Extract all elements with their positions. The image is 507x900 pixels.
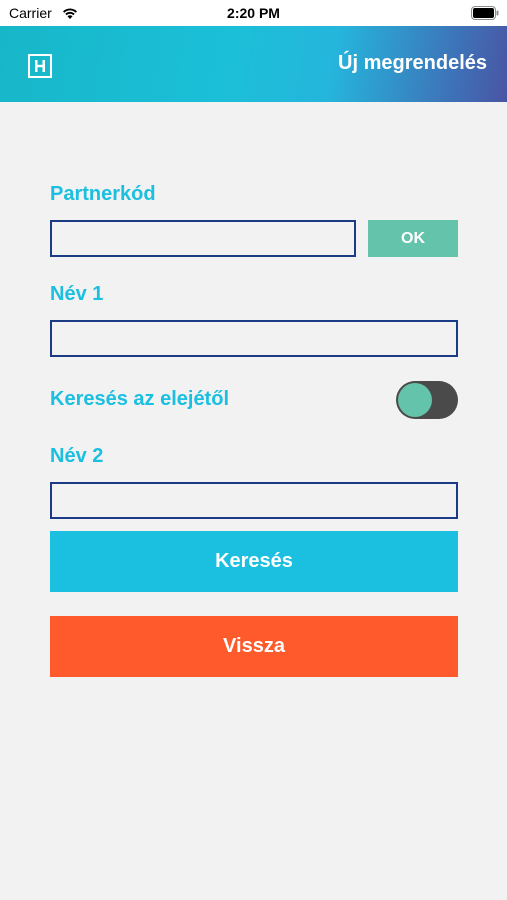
status-bar: Carrier 2:20 PM xyxy=(0,0,507,26)
back-button[interactable]: Vissza xyxy=(50,616,458,677)
partner-code-label: Partnerkód xyxy=(50,183,156,205)
name1-input[interactable] xyxy=(50,320,458,357)
search-button[interactable]: Keresés xyxy=(50,531,458,592)
clock-time: 2:20 PM xyxy=(227,5,280,21)
toggle-knob xyxy=(398,383,432,417)
search-from-start-toggle[interactable] xyxy=(396,381,458,419)
name1-label: Név 1 xyxy=(50,283,104,305)
name2-input[interactable] xyxy=(50,482,458,519)
search-from-start-label: Keresés az elejétől xyxy=(50,388,229,410)
name2-label: Név 2 xyxy=(50,445,104,467)
battery-icon xyxy=(471,6,499,20)
app-header: Új megrendelés xyxy=(0,26,507,102)
page-title: Új megrendelés xyxy=(338,52,487,74)
ok-button[interactable]: OK xyxy=(368,220,458,257)
partner-code-input[interactable] xyxy=(50,220,356,257)
h-logo-icon[interactable] xyxy=(28,54,52,78)
